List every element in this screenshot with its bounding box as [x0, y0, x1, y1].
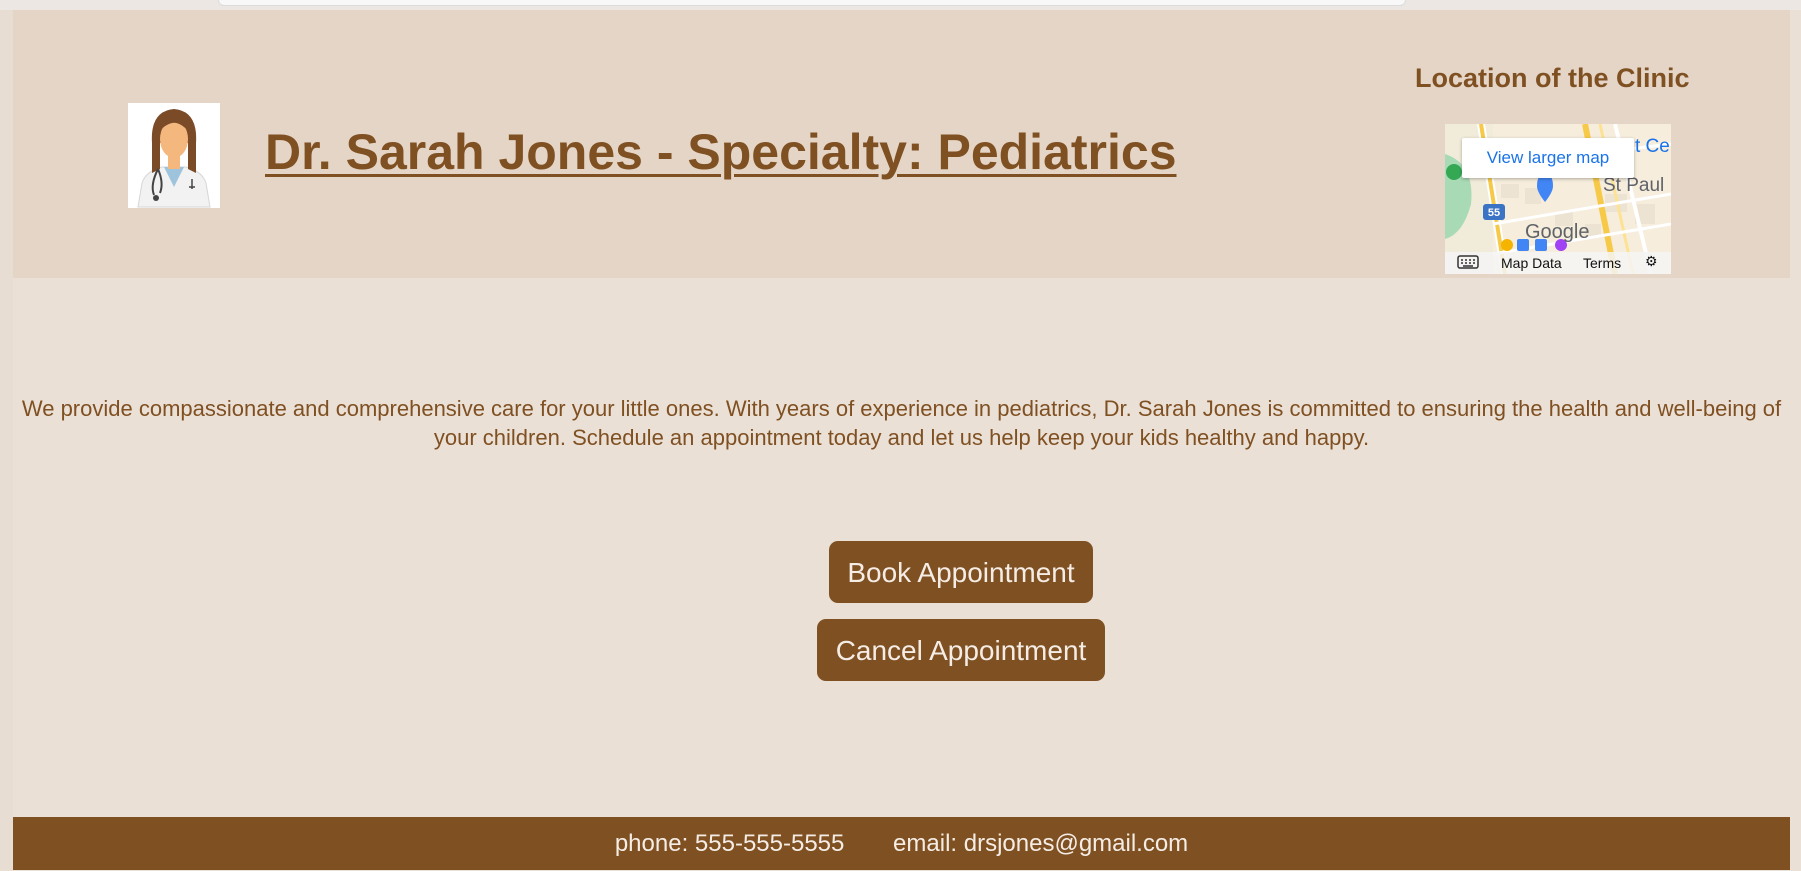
browser-top-edge — [0, 0, 1801, 10]
google-brand: Google — [1525, 221, 1590, 243]
page-left-edge — [0, 10, 13, 870]
map-footer-bar: Map Data Terms ⚙ — [1445, 252, 1671, 274]
page-title[interactable]: Dr. Sarah Jones - Specialty: Pediatrics — [265, 122, 1177, 182]
view-larger-map-link[interactable]: View larger map — [1462, 138, 1634, 178]
map-label-partial: t Ce — [1635, 136, 1670, 157]
site-header: Dr. Sarah Jones - Specialty: Pediatrics … — [13, 10, 1790, 278]
footer-email: email: drsjones@gmail.com — [893, 830, 1189, 857]
intro-paragraph: We provide compassionate and comprehensi… — [21, 396, 1782, 450]
footer-phone: phone: 555-555-5555 — [614, 830, 845, 857]
map-terms-link[interactable]: Terms — [1583, 255, 1621, 271]
map-label-stpaul: St Paul — [1603, 175, 1664, 196]
gear-icon[interactable]: ⚙ — [1645, 253, 1658, 270]
browser-tab-edge — [218, 0, 1406, 6]
doctor-avatar-icon — [128, 103, 220, 208]
site-footer: phone: 555-555-5555 email: drsjones@gmai… — [13, 817, 1790, 870]
clinic-map[interactable]: 55 St Paul t Ce Google View larger map M… — [1445, 124, 1671, 274]
keyboard-icon[interactable] — [1457, 254, 1479, 273]
map-highway-label: 55 — [1488, 207, 1500, 219]
location-heading: Location of the Clinic — [1415, 63, 1690, 93]
book-appointment-button[interactable]: Book Appointment — [829, 541, 1093, 603]
map-data-link[interactable]: Map Data — [1501, 255, 1562, 271]
cancel-appointment-button[interactable]: Cancel Appointment — [817, 619, 1105, 681]
